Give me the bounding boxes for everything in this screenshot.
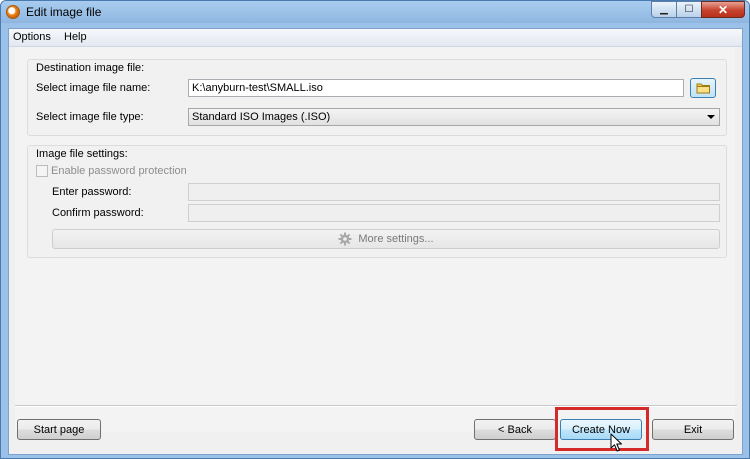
enable-password-checkbox[interactable] [36,165,48,177]
browse-folder-button[interactable] [690,78,716,98]
chevron-down-icon [707,115,715,119]
client-area: Options Help Destination image file: Sel… [8,28,743,455]
file-name-input[interactable]: K:\anyburn-test\SMALL.iso [188,79,684,97]
exit-label: Exit [683,423,703,436]
destination-group: Destination image file: Select image fil… [27,59,727,136]
image-settings-group: Image file settings: Enable password pro… [27,145,727,258]
start-page-label: Start page [33,423,85,436]
exit-button[interactable]: Exit [652,419,734,440]
confirm-password-label: Confirm password: [52,207,144,219]
image-settings-group-label: Image file settings: [36,148,128,160]
file-name-label: Select image file name: [36,82,151,94]
mouse-pointer-icon [610,433,622,452]
maximize-button[interactable]: ☐ [676,1,702,18]
maximize-icon: ☐ [684,4,694,15]
destination-group-label: Destination image file: [36,62,145,74]
content-pane: Destination image file: Select image fil… [15,47,735,432]
window-controls: ▁ ☐ ✕ [651,1,745,19]
title-bar[interactable]: Edit image file ▁ ☐ ✕ [1,1,749,23]
bottom-separator [15,405,737,407]
menu-help[interactable]: Help [64,31,87,43]
create-now-button[interactable]: Create Now [560,419,642,440]
file-type-label: Select image file type: [36,111,144,123]
file-type-value: Standard ISO Images (.ISO) [192,111,331,123]
minimize-icon: ▁ [660,4,668,15]
start-page-button[interactable]: Start page [17,419,101,440]
enter-password-input[interactable] [188,183,720,201]
menu-options[interactable]: Options [13,31,51,43]
more-settings-button[interactable]: More settings... [52,229,720,249]
enable-password-label: Enable password protection [51,165,187,177]
app-icon[interactable] [6,5,20,19]
app-window: Edit image file ▁ ☐ ✕ Options Help Desti… [0,0,750,459]
minimize-button[interactable]: ▁ [651,1,677,18]
back-label: < Back [498,423,532,436]
window-title: Edit image file [26,5,102,19]
more-settings-label: More settings... [358,233,434,245]
close-icon: ✕ [717,2,729,17]
back-button[interactable]: < Back [474,419,556,440]
close-button[interactable]: ✕ [701,1,745,18]
file-type-select[interactable]: Standard ISO Images (.ISO) [188,108,720,126]
enter-password-label: Enter password: [52,186,132,198]
menu-bar: Options Help [9,29,742,47]
folder-icon [696,83,710,94]
confirm-password-input[interactable] [188,204,720,222]
gear-icon [338,232,352,246]
